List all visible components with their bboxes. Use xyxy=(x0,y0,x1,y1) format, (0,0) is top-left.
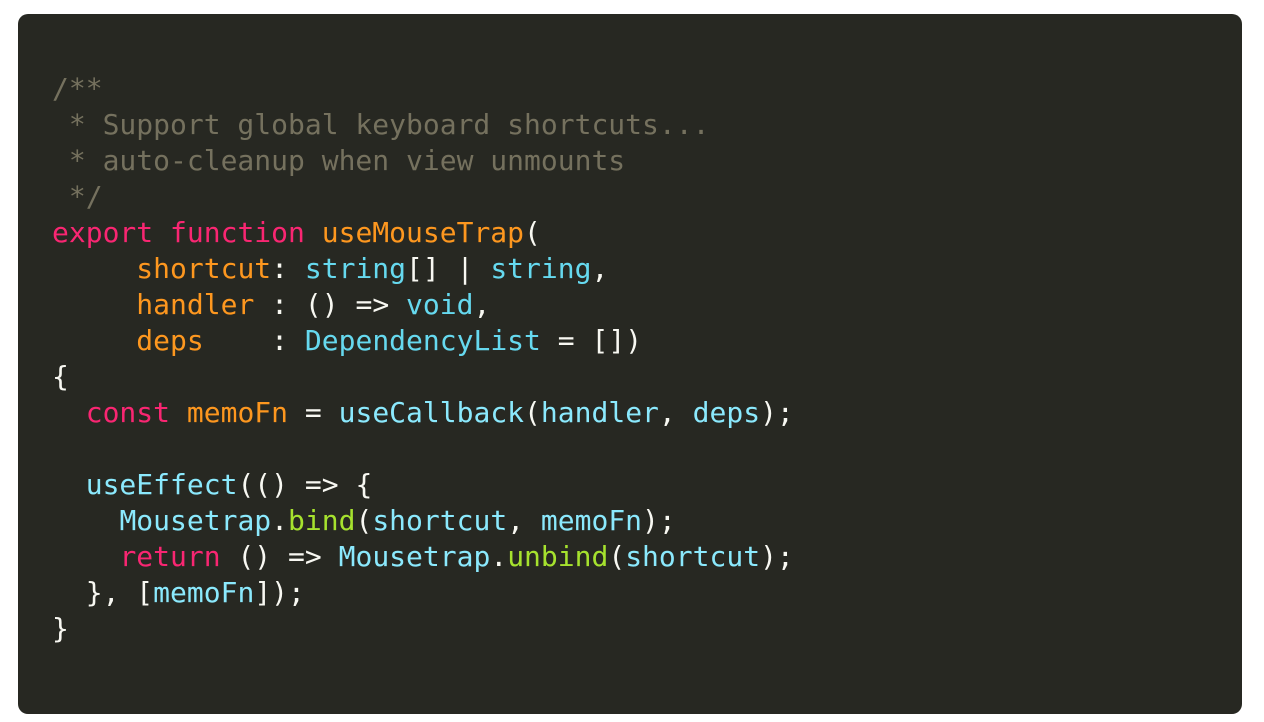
code-line: export function useMouseTrap( xyxy=(52,215,794,251)
code-token-identifier: deps xyxy=(692,396,761,429)
code-token-method: unbind xyxy=(507,540,609,573)
code-line: } xyxy=(52,611,794,647)
code-line: * Support global keyboard shortcuts... xyxy=(52,107,794,143)
code-token-plain: = xyxy=(288,396,339,429)
code-token-parameter: handler xyxy=(136,288,255,321)
code-token-comment: * auto-cleanup when view unmounts xyxy=(52,144,626,177)
code-token-parameter: memoFn xyxy=(186,396,289,429)
code-token-plain: ); xyxy=(760,540,794,573)
code-token-identifier: useCallback xyxy=(338,396,525,429)
code-token-plain: , xyxy=(658,396,693,429)
code-token-plain: ]); xyxy=(254,576,305,609)
code-token-identifier: handler xyxy=(540,396,659,429)
code-token-parameter: deps xyxy=(136,324,204,357)
code-token-plain: [] | xyxy=(406,252,491,285)
code-token-identifier: useEffect xyxy=(85,468,238,501)
code-token-identifier: shortcut xyxy=(625,540,761,573)
code-token-type: string xyxy=(304,252,407,285)
code-token-plain: . xyxy=(271,504,289,537)
code-line: * auto-cleanup when view unmounts xyxy=(52,143,794,179)
code-token-plain: : () => xyxy=(254,288,407,321)
code-line: shortcut: string[] | string, xyxy=(52,251,794,287)
code-token-keyword: return xyxy=(119,540,221,573)
code-line: const memoFn = useCallback(handler, deps… xyxy=(52,395,794,431)
code-token-type: void xyxy=(406,288,474,321)
code-token-plain: , xyxy=(507,504,541,537)
code-line: useEffect(() => { xyxy=(52,467,794,503)
code-line: */ xyxy=(52,179,794,215)
code-token-plain: : xyxy=(271,252,305,285)
code-token-keyword: const xyxy=(85,396,171,429)
code-token-plain: }, [ xyxy=(52,576,154,609)
code-token-plain: ( xyxy=(608,540,626,573)
code-token-plain: } xyxy=(52,612,69,645)
code-token-plain: () => xyxy=(220,540,339,573)
code-line: }, [memoFn]); xyxy=(52,575,794,611)
code-line: deps : DependencyList = []) xyxy=(52,323,794,359)
code-token-type: DependencyList xyxy=(304,324,541,357)
code-line: handler : () => void, xyxy=(52,287,794,323)
code-token-type: string xyxy=(490,252,592,285)
code-line: /** xyxy=(52,71,794,107)
code-token-identifier: memoFn xyxy=(153,576,255,609)
code-token-comment: /** xyxy=(52,72,103,105)
code-token-plain: ); xyxy=(760,396,794,429)
code-token-identifier: Mousetrap xyxy=(338,540,491,573)
code-line: { xyxy=(52,359,794,395)
code-token-plain: (() => { xyxy=(237,468,373,501)
code-token-method: bind xyxy=(288,504,356,537)
code-token-plain: = []) xyxy=(540,324,643,357)
code-token-plain: : xyxy=(203,324,305,357)
code-token-identifier: Mousetrap xyxy=(119,504,272,537)
code-token-plain: . xyxy=(490,540,508,573)
code-token-function-name: useMouseTrap xyxy=(321,216,525,249)
code-block: /** * Support global keyboard shortcuts.… xyxy=(52,71,794,647)
code-token-plain: ( xyxy=(524,396,541,429)
code-token-identifier: memoFn xyxy=(540,504,643,537)
code-token-plain: ( xyxy=(355,504,373,537)
code-token-plain: ); xyxy=(642,504,676,537)
code-token-plain: { xyxy=(52,360,69,393)
code-token-plain: , xyxy=(591,252,609,285)
code-token-comment: */ xyxy=(52,180,103,213)
code-token-parameter: shortcut xyxy=(136,252,272,285)
code-line: Mousetrap.bind(shortcut, memoFn); xyxy=(52,503,794,539)
code-token-keyword: export xyxy=(52,216,154,249)
code-token-keyword: function xyxy=(170,216,305,249)
code-token-plain: , xyxy=(473,288,491,321)
code-line: return () => Mousetrap.unbind(shortcut); xyxy=(52,539,794,575)
code-token-plain: ( xyxy=(524,216,541,249)
code-token-identifier: shortcut xyxy=(372,504,508,537)
code-snippet-card: /** * Support global keyboard shortcuts.… xyxy=(18,14,1242,714)
code-token-comment: * Support global keyboard shortcuts... xyxy=(52,108,710,141)
